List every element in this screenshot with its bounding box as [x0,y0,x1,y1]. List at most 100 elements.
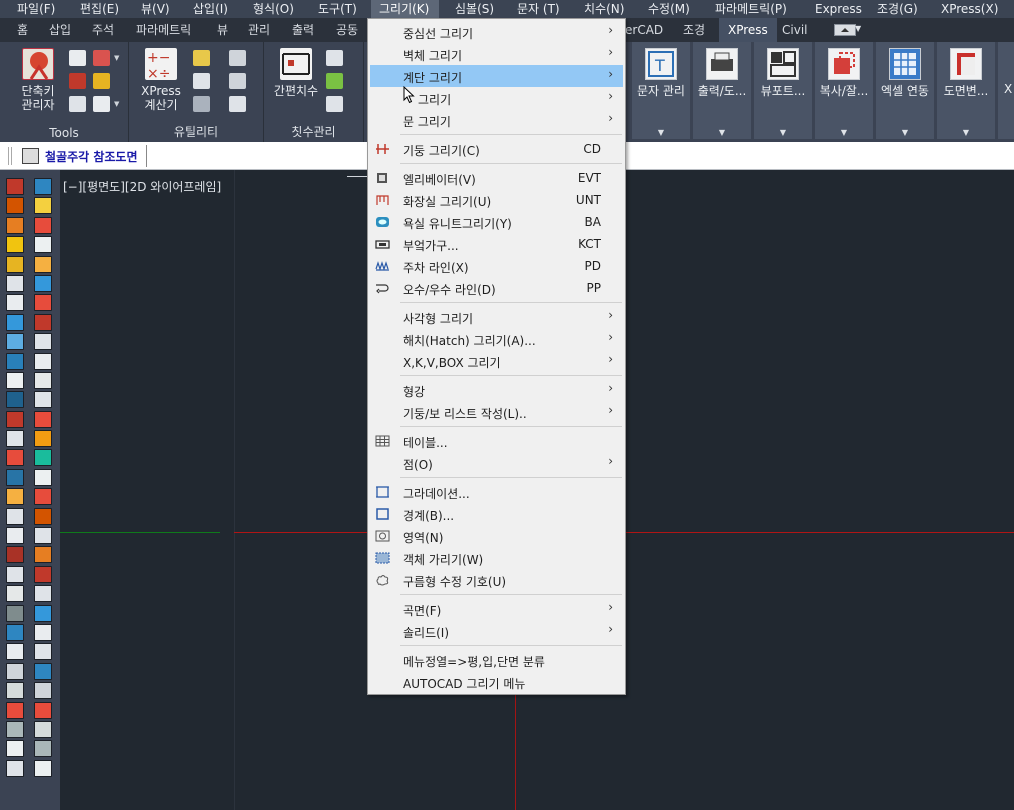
menu-item-sewer[interactable]: 오수/우수 라인(D) PP [370,277,623,299]
menu-item-kitchen[interactable]: 부엌가구... KCT [370,233,623,255]
left-col2-tool-icon-26[interactable] [34,662,52,680]
menu-item-restroom[interactable]: 화장실 그리기(U) UNT [370,189,623,211]
left-col2-tool-icon-28[interactable] [34,701,52,719]
left-col2-tool-icon-5[interactable] [34,255,52,273]
tab-parametric[interactable]: 파라메트릭 [127,18,200,42]
ribbon-minimize-toggle[interactable] [834,24,856,36]
menu-item-stairs[interactable]: 계단 그리기 › [370,65,623,87]
menu-item-autocad-draw[interactable]: AUTOCAD 그리기 메뉴 [370,671,623,693]
edit-tool-icon[interactable] [193,50,210,66]
measure-tool-icon[interactable] [93,96,110,112]
block-tool-icon[interactable] [69,73,86,89]
tab-xpress[interactable]: XPress [719,18,777,42]
curve-tool-icon[interactable] [193,96,210,112]
menu-item-solid[interactable]: 솔리드(I) › [370,620,623,642]
tab-collaborate[interactable]: 공동 [327,18,367,42]
menu-express[interactable]: Express [815,0,862,18]
menu-file[interactable]: 파일(F) [17,0,55,18]
text-manage-button[interactable]: T 문자 관리 ▼ [632,42,690,139]
menu-insert[interactable]: 삽입(I) [193,0,228,18]
left-col2-tool-icon-25[interactable] [34,643,52,661]
left-col2-tool-icon-3[interactable] [34,216,52,234]
left-col2-tool-icon-23[interactable] [34,604,52,622]
left-col2-tool-icon-27[interactable] [34,682,52,700]
left-col2-tool-icon-20[interactable] [34,546,52,564]
paint-tool-icon[interactable] [93,73,110,89]
left-col1-tool-icon-26[interactable] [6,662,24,680]
menu-item-column-beam-list[interactable]: 기둥/보 리스트 작성(L).. › [370,401,623,423]
left-col1-tool-icon-22[interactable] [6,585,24,603]
plot-button[interactable]: 출력/도... ▼ [693,42,751,139]
menu-view[interactable]: 뷰(V) [141,0,170,18]
chevron-down-icon[interactable]: ▼ [815,128,873,137]
xpress-calculator-button[interactable]: +− ×÷ XPress 계산기 [137,48,185,112]
drawing-convert-button[interactable]: 도면변... ▼ [937,42,995,139]
left-col2-tool-icon-4[interactable] [34,236,52,254]
menu-landscape[interactable]: 조경(G) [877,0,918,18]
viewport-button[interactable]: 뷰포트... ▼ [754,42,812,139]
chevron-down-icon[interactable]: ▼ [876,128,934,137]
left-col2-tool-icon-30[interactable] [34,740,52,758]
chevron-down-icon[interactable]: ▼ [937,128,995,137]
chevron-down-icon[interactable]: ▼ [693,128,751,137]
left-col1-tool-icon-8[interactable] [6,313,24,331]
left-col2-tool-icon-9[interactable] [34,333,52,351]
menu-item-boundary[interactable]: 경계(B)... [370,503,623,525]
left-col1-tool-icon-14[interactable] [6,430,24,448]
left-col2-tool-icon-12[interactable] [34,391,52,409]
tab-insert[interactable]: 삽입 [40,18,80,42]
left-col1-tool-icon-12[interactable] [6,391,24,409]
left-col2-tool-icon-22[interactable] [34,585,52,603]
left-col2-tool-icon-11[interactable] [34,371,52,389]
left-col2-tool-icon-8[interactable] [34,313,52,331]
left-col1-tool-icon-5[interactable] [6,255,24,273]
left-col1-tool-icon-30[interactable] [6,740,24,758]
menu-item-steel-section[interactable]: 형강 › [370,379,623,401]
left-col2-tool-icon-2[interactable] [34,197,52,215]
tab-landscape[interactable]: 조경 [674,18,714,42]
menu-item-point[interactable]: 점(O) › [370,452,623,474]
left-col1-tool-icon-27[interactable] [6,682,24,700]
rotate-tool-icon[interactable] [193,73,210,89]
left-col1-tool-icon-19[interactable] [6,527,24,545]
left-col2-tool-icon-15[interactable] [34,449,52,467]
left-col2-tool-icon-17[interactable] [34,488,52,506]
excel-link-button[interactable]: 엑셀 연동 ▼ [876,42,934,139]
left-col1-tool-icon-21[interactable] [6,565,24,583]
left-col1-tool-icon-9[interactable] [6,333,24,351]
shortcut-manager-button[interactable]: 단축키 관리자 [12,48,64,112]
pattern-tool-icon[interactable] [229,73,246,89]
gear-icon[interactable] [229,96,246,112]
tab-home[interactable]: 홈 [8,18,37,42]
file-tab[interactable]: 철골주각 참조도면 [18,145,147,167]
left-col2-tool-icon-13[interactable] [34,410,52,428]
tab-output[interactable]: 출력 [283,18,323,42]
search-icon[interactable] [69,50,86,66]
left-col1-tool-icon-1[interactable] [6,178,24,195]
viewport-controls-label[interactable]: [−][평면도][2D 와이어프레임] [63,178,221,195]
chevron-down-icon[interactable]: ▼ [114,54,119,62]
check-icon[interactable] [326,73,343,89]
menu-format[interactable]: 형식(O) [253,0,294,18]
menu-item-centerline[interactable]: 중심선 그리기 › [370,21,623,43]
menu-item-wall[interactable]: 벽체 그리기 › [370,43,623,65]
menu-item-table[interactable]: 테이블... [370,430,623,452]
left-col2-tool-icon-18[interactable] [34,507,52,525]
layer-tool-icon[interactable] [69,96,86,112]
menu-item-xkvbox[interactable]: X,K,V,BOX 그리기 › [370,350,623,372]
menu-item-column[interactable]: 기둥 그리기(C) CD [370,138,623,160]
dim-linear-icon[interactable] [326,50,343,66]
grip-handle[interactable] [8,147,12,165]
chevron-down-icon[interactable]: ▼ [632,128,690,137]
left-col1-tool-icon-11[interactable] [6,371,24,389]
left-col1-tool-icon-28[interactable] [6,701,24,719]
menu-item-region[interactable]: 영역(N) [370,525,623,547]
left-col1-tool-icon-18[interactable] [6,507,24,525]
menu-symbol[interactable]: 심볼(S) [455,0,494,18]
left-col2-tool-icon-7[interactable] [34,294,52,312]
menu-item-rectangle[interactable]: 사각형 그리기 › [370,306,623,328]
tab-civil[interactable]: Civil [773,18,816,42]
more-button[interactable]: X [998,42,1014,139]
menu-edit[interactable]: 편집(E) [80,0,119,18]
menu-item-wipeout[interactable]: 객체 가리기(W) [370,547,623,569]
